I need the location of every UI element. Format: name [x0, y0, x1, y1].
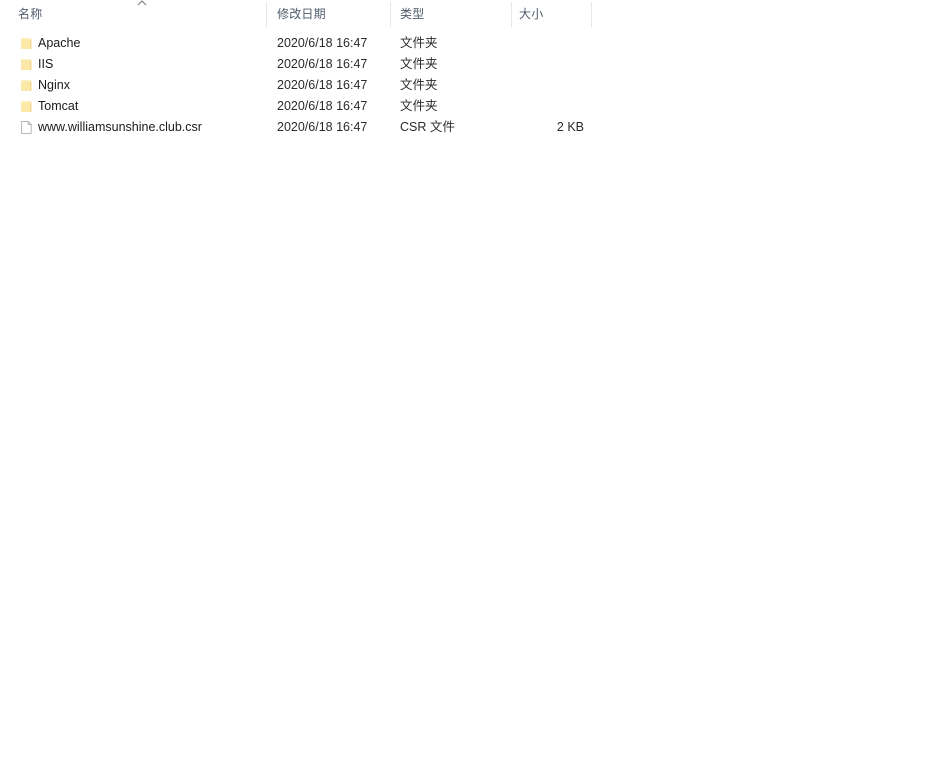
file-name: Apache — [38, 36, 81, 50]
file-size — [504, 75, 584, 96]
column-header-type[interactable]: 类型 — [400, 0, 500, 28]
file-name: www.williamsunshine.club.csr — [38, 120, 202, 134]
column-header-date[interactable]: 修改日期 — [277, 0, 382, 28]
folder-icon — [20, 36, 34, 51]
file-name: Tomcat — [38, 99, 79, 113]
file-date: 2020/6/18 16:47 — [277, 99, 368, 113]
file-rows: Apache 2020/6/18 16:47 文件夹 IIS 2020/6/18… — [0, 33, 932, 138]
folder-icon — [20, 99, 34, 114]
column-header-row: 名称 修改日期 类型 大小 — [0, 0, 932, 28]
table-row[interactable]: Nginx 2020/6/18 16:47 文件夹 — [0, 75, 932, 96]
file-size — [504, 33, 584, 54]
file-type: 文件夹 — [400, 57, 438, 71]
column-divider-3[interactable] — [511, 2, 512, 27]
file-name: Nginx — [38, 78, 70, 92]
file-date: 2020/6/18 16:47 — [277, 78, 368, 92]
file-type: 文件夹 — [400, 99, 438, 113]
column-divider-1[interactable] — [266, 2, 267, 27]
column-header-size-label: 大小 — [519, 7, 544, 21]
file-type: 文件夹 — [400, 78, 438, 92]
column-divider-4[interactable] — [591, 2, 592, 27]
table-row[interactable]: IIS 2020/6/18 16:47 文件夹 — [0, 54, 932, 75]
file-date: 2020/6/18 16:47 — [277, 120, 368, 134]
file-size — [504, 96, 584, 117]
sort-ascending-icon — [137, 0, 147, 6]
folder-icon — [20, 78, 34, 93]
file-date: 2020/6/18 16:47 — [277, 57, 368, 71]
file-size — [504, 54, 584, 75]
file-name: IIS — [38, 57, 54, 71]
file-type: CSR 文件 — [400, 120, 455, 134]
column-header-name-label: 名称 — [18, 7, 43, 21]
file-size: 2 KB — [556, 120, 584, 134]
column-header-size[interactable]: 大小 — [519, 0, 579, 28]
table-row[interactable]: www.williamsunshine.club.csr 2020/6/18 1… — [0, 117, 932, 138]
table-row[interactable]: Apache 2020/6/18 16:47 文件夹 — [0, 33, 932, 54]
file-date: 2020/6/18 16:47 — [277, 36, 368, 50]
folder-icon — [20, 57, 34, 72]
column-divider-2[interactable] — [390, 2, 391, 27]
column-header-date-label: 修改日期 — [277, 7, 326, 21]
table-row[interactable]: Tomcat 2020/6/18 16:47 文件夹 — [0, 96, 932, 117]
file-type: 文件夹 — [400, 36, 438, 50]
column-header-type-label: 类型 — [400, 7, 425, 21]
file-list-view: 名称 修改日期 类型 大小 Apache 2020/6/18 16:47 文件夹… — [0, 0, 932, 769]
document-icon — [20, 120, 34, 135]
